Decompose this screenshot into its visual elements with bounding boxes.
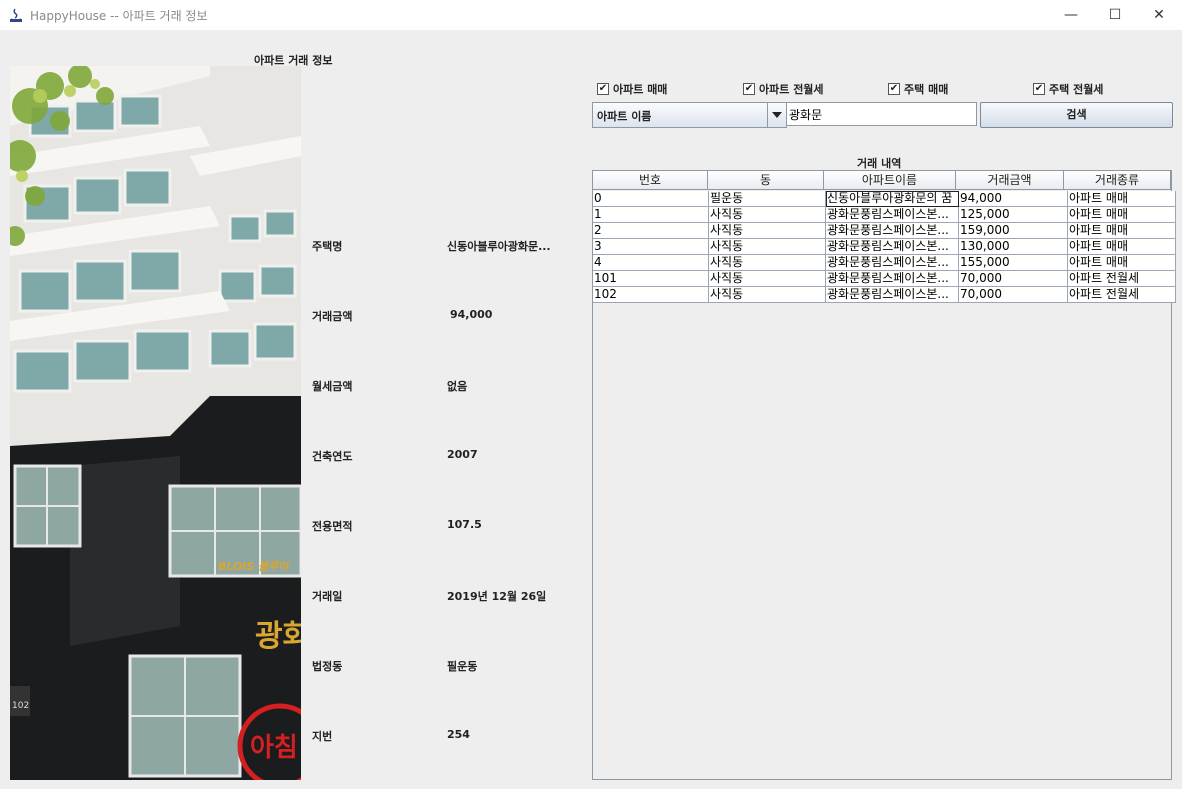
cell-apt-name[interactable]: 신동아블루아광화문의 꿈 — [826, 191, 959, 207]
search-input[interactable]: 광화문 — [786, 102, 977, 126]
cell-no[interactable]: 102 — [593, 287, 709, 303]
value-house-name: 신동아블루아광화문... — [447, 240, 551, 253]
cell-dong[interactable]: 사직동 — [709, 255, 826, 271]
cell-apt-name[interactable]: 광화문풍림스페이스본... — [826, 271, 959, 287]
cell-apt-name[interactable]: 광화문풍림스페이스본... — [826, 255, 959, 271]
table-row[interactable]: 1 사직동 광화문풍림스페이스본... 125,000 아파트 매매 — [593, 207, 1176, 223]
value-legal-dong: 필운동 — [447, 660, 478, 673]
value-deal-date: 2019년 12월 26일 — [447, 590, 547, 603]
photo-door-number: 102 — [12, 701, 29, 711]
cell-deal-type[interactable]: 아파트 전월세 — [1068, 271, 1176, 287]
checkbox-check-icon: ✔ — [888, 83, 900, 95]
column-header-deal-type[interactable]: 거래종류 — [1064, 171, 1171, 190]
table-row[interactable]: 2 사직동 광화문풍림스페이스본... 159,000 아파트 매매 — [593, 223, 1176, 239]
window-title: HappyHouse -- 아파트 거래 정보 — [30, 9, 208, 23]
checkbox-house-rent[interactable]: ✔ 주택 전월세 — [1033, 82, 1103, 96]
main-panel: 아파트 거래 정보 BLOIS 블루아 광화 아침 102 주택명 신동아블루아… — [0, 30, 1182, 789]
cell-dong[interactable]: 필운동 — [709, 191, 826, 207]
table-row[interactable]: 3 사직동 광화문풍림스페이스본... 130,000 아파트 매매 — [593, 239, 1176, 255]
label-deal-amount: 거래금액 — [312, 310, 353, 323]
cell-apt-name[interactable]: 광화문풍림스페이스본... — [826, 207, 959, 223]
table-row[interactable]: 102 사직동 광화문풍림스페이스본... 70,000 아파트 전월세 — [593, 287, 1176, 303]
cell-deal-type[interactable]: 아파트 매매 — [1068, 223, 1176, 239]
photo-sign-brand: BLOIS 블루아 — [218, 560, 290, 573]
cell-no[interactable]: 4 — [593, 255, 709, 271]
label-monthly-rent: 월세금액 — [312, 380, 353, 393]
checkbox-check-icon: ✔ — [597, 83, 609, 95]
column-header-apt-name[interactable]: 아파트이름 — [824, 171, 956, 190]
checkbox-apt-rent[interactable]: ✔ 아파트 전월세 — [743, 82, 824, 96]
label-area: 전용면적 — [312, 520, 353, 533]
cell-dong[interactable]: 사직동 — [709, 239, 826, 255]
cell-dong[interactable]: 사직동 — [709, 287, 826, 303]
cell-no[interactable]: 0 — [593, 191, 709, 207]
cell-no[interactable]: 1 — [593, 207, 709, 223]
search-type-combo[interactable]: 아파트 이름 — [592, 102, 787, 128]
cell-no[interactable]: 2 — [593, 223, 709, 239]
chevron-down-icon[interactable] — [767, 103, 786, 127]
cell-amount[interactable]: 94,000 — [959, 191, 1068, 207]
cell-no[interactable]: 3 — [593, 239, 709, 255]
value-area: 107.5 — [447, 518, 482, 531]
table-header: 번호 동 아파트이름 거래금액 거래종류 — [593, 171, 1171, 190]
cell-deal-type[interactable]: 아파트 전월세 — [1068, 287, 1176, 303]
column-header-amount[interactable]: 거래금액 — [956, 171, 1064, 190]
cell-amount[interactable]: 130,000 — [959, 239, 1068, 255]
apartment-photo: BLOIS 블루아 광화 아침 102 — [10, 66, 301, 780]
java-app-icon — [8, 7, 24, 23]
cell-deal-type[interactable]: 아파트 매매 — [1068, 207, 1176, 223]
photo-sign-name: 광화 — [255, 619, 301, 654]
search-button[interactable]: 검색 — [980, 102, 1173, 128]
checkbox-house-sale[interactable]: ✔ 주택 매매 — [888, 82, 948, 96]
cell-apt-name[interactable]: 광화문풍림스페이스본... — [826, 287, 959, 303]
cell-apt-name[interactable]: 광화문풍림스페이스본... — [826, 223, 959, 239]
photo-sign-red: 아침 — [250, 733, 298, 763]
label-deal-date: 거래일 — [312, 590, 343, 603]
table-title: 거래 내역 — [857, 157, 902, 170]
cell-dong[interactable]: 사직동 — [709, 271, 826, 287]
label-build-year: 건축연도 — [312, 450, 353, 463]
table-row[interactable]: 101 사직동 광화문풍림스페이스본... 70,000 아파트 전월세 — [593, 271, 1176, 287]
deal-table[interactable]: 번호 동 아파트이름 거래금액 거래종류 0 필운동 신동아블루아광화문의 꿈 … — [592, 170, 1176, 780]
cell-amount[interactable]: 125,000 — [959, 207, 1068, 223]
cell-amount[interactable]: 155,000 — [959, 255, 1068, 271]
value-build-year: 2007 — [447, 448, 478, 461]
cell-no[interactable]: 101 — [593, 271, 709, 287]
checkbox-check-icon: ✔ — [743, 83, 755, 95]
table-row[interactable]: 0 필운동 신동아블루아광화문의 꿈 94,000 아파트 매매 — [593, 191, 1176, 207]
search-type-selected: 아파트 이름 — [597, 110, 652, 123]
cell-amount[interactable]: 70,000 — [959, 271, 1068, 287]
checkbox-label: 주택 매매 — [904, 83, 949, 96]
minimize-button[interactable]: — — [1048, 0, 1094, 30]
checkbox-apt-sale[interactable]: ✔ 아파트 매매 — [597, 82, 667, 96]
value-monthly-rent: 없음 — [447, 380, 468, 393]
column-header-dong[interactable]: 동 — [708, 171, 824, 190]
checkbox-label: 아파트 전월세 — [759, 83, 824, 96]
value-deal-amount: 94,000 — [450, 308, 493, 321]
close-button[interactable]: ✕ — [1136, 0, 1182, 30]
checkbox-label: 주택 전월세 — [1049, 83, 1104, 96]
label-house-name: 주택명 — [312, 240, 343, 253]
cell-dong[interactable]: 사직동 — [709, 207, 826, 223]
cell-deal-type[interactable]: 아파트 매매 — [1068, 239, 1176, 255]
label-jibun: 지번 — [312, 730, 333, 743]
cell-apt-name[interactable]: 광화문풍림스페이스본... — [826, 239, 959, 255]
label-legal-dong: 법정동 — [312, 660, 343, 673]
value-jibun: 254 — [447, 728, 470, 741]
table-body: 0 필운동 신동아블루아광화문의 꿈 94,000 아파트 매매 1 사직동 광… — [593, 191, 1176, 303]
title-bar[interactable]: HappyHouse -- 아파트 거래 정보 — ☐ ✕ — [0, 0, 1182, 30]
cell-amount[interactable]: 70,000 — [959, 287, 1068, 303]
cell-amount[interactable]: 159,000 — [959, 223, 1068, 239]
column-header-no[interactable]: 번호 — [593, 171, 708, 190]
checkbox-label: 아파트 매매 — [613, 83, 668, 96]
maximize-button[interactable]: ☐ — [1092, 0, 1138, 30]
checkbox-check-icon: ✔ — [1033, 83, 1045, 95]
cell-deal-type[interactable]: 아파트 매매 — [1068, 191, 1176, 207]
cell-dong[interactable]: 사직동 — [709, 223, 826, 239]
table-row[interactable]: 4 사직동 광화문풍림스페이스본... 155,000 아파트 매매 — [593, 255, 1176, 271]
cell-deal-type[interactable]: 아파트 매매 — [1068, 255, 1176, 271]
